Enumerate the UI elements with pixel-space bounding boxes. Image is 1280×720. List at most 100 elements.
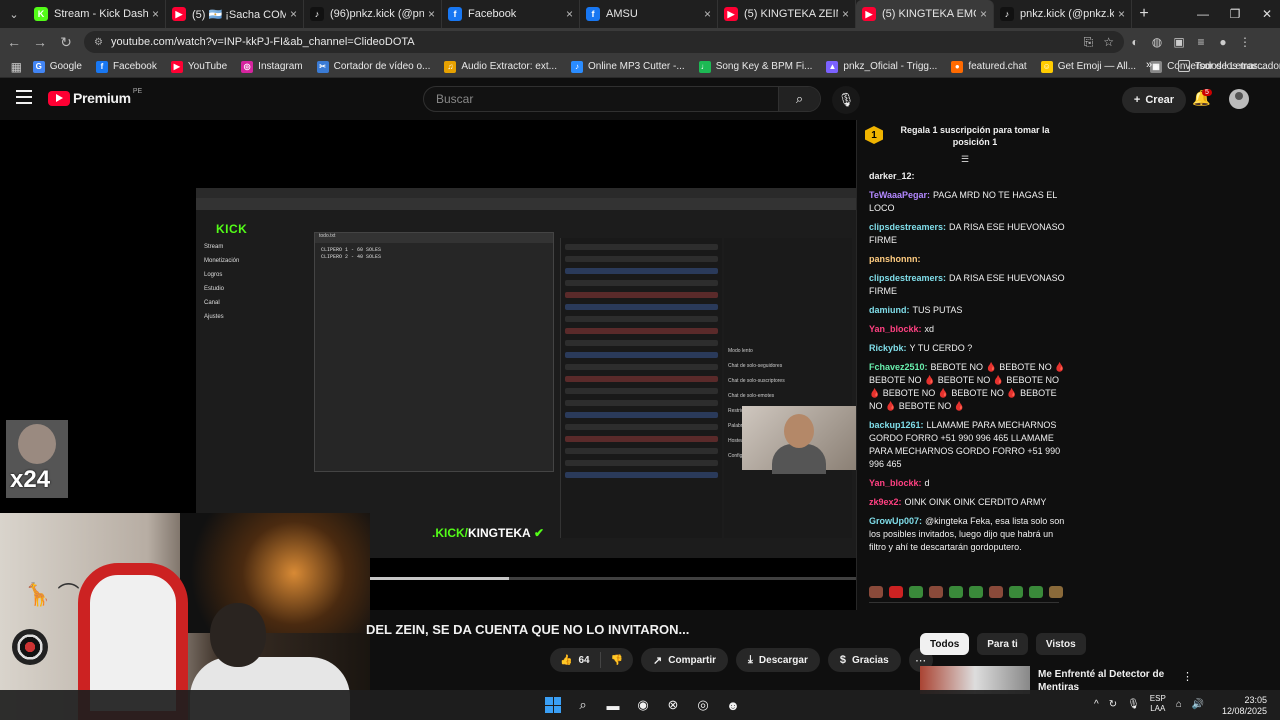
install-app-icon[interactable]: ⎘	[1084, 35, 1094, 50]
forward-button[interactable]: →	[28, 30, 52, 54]
browser-tab[interactable]: f Facebook ×	[442, 0, 580, 28]
filter-chip[interactable]: Todos	[920, 633, 970, 655]
chrome-icon[interactable]: ◉	[632, 694, 654, 716]
extension-icon[interactable]: ◍	[1146, 31, 1168, 53]
emote-icon[interactable]	[1029, 586, 1043, 598]
chat-author[interactable]: darker_12:	[869, 171, 915, 181]
chat-author[interactable]: panshonnn:	[869, 254, 921, 264]
dislike-button[interactable]: 👎	[601, 655, 633, 666]
filter-chip[interactable]: Vistos	[1035, 633, 1086, 655]
chat-author[interactable]: TeWaaaPegar:	[869, 190, 930, 200]
emote-icon[interactable]	[889, 586, 903, 598]
browser-tab[interactable]: ▶ (5) KINGTEKA EMOCIONA ×	[856, 0, 994, 28]
youtube-logo[interactable]: Premium PE	[48, 88, 142, 106]
media-control-icon[interactable]: ≡	[1190, 31, 1212, 53]
bookmark-item[interactable]: ▶ YouTube	[170, 60, 227, 73]
taskbar-clock[interactable]: 23:05 12/08/2025	[1222, 695, 1267, 717]
more-bookmarks-icon[interactable]: »	[1146, 59, 1152, 71]
bookmark-item[interactable]: ♩ Song Key & BPM Fi...	[698, 60, 812, 73]
reload-button[interactable]: ↻	[54, 30, 78, 54]
emote-icon[interactable]	[929, 586, 943, 598]
browser-tab[interactable]: ♪ (96)pnkz.kick (@pnkz.kick ×	[304, 0, 442, 28]
account-avatar[interactable]	[1229, 89, 1249, 109]
bookmark-item[interactable]: ☺ Get Emoji — All...	[1040, 60, 1136, 73]
chat-author[interactable]: Yan_blockk:	[869, 324, 922, 334]
browser-tab[interactable]: ♪ pnkz.kick (@pnkz.kick) | T ×	[994, 0, 1132, 28]
tab-close-icon[interactable]: ×	[704, 7, 711, 21]
bookmark-item[interactable]: ✂ Cortador de vídeo o...	[316, 60, 430, 73]
chat-author[interactable]: Fchavez2510:	[869, 362, 928, 372]
bookmark-item[interactable]: ◎ Instagram	[241, 60, 303, 73]
chat-author[interactable]: clipsdestreamers:	[869, 222, 946, 232]
windows-start-icon[interactable]	[542, 694, 564, 716]
download-button[interactable]: ⤓ Descargar	[736, 648, 820, 672]
xbox-icon[interactable]: ⊗	[662, 694, 684, 716]
chat-author[interactable]: GrowUp007:	[869, 516, 922, 526]
profile-icon[interactable]: ●	[1212, 31, 1234, 53]
chat-author[interactable]: damiund:	[869, 305, 910, 315]
tab-search-button[interactable]: ⌄	[0, 0, 28, 28]
apps-grid-icon[interactable]: ▦	[6, 56, 27, 78]
volume-icon[interactable]: 🔊	[1192, 699, 1204, 710]
discord-icon[interactable]: ☻	[722, 694, 744, 716]
bookmark-item[interactable]: ♫ Audio Extractor: ext...	[444, 60, 557, 73]
bookmark-item[interactable]: G Google	[32, 60, 82, 73]
tab-close-icon[interactable]: ×	[428, 7, 435, 21]
browser-tab[interactable]: K Stream - Kick Dashboard ×	[28, 0, 166, 28]
filter-chip[interactable]: Para ti	[977, 633, 1028, 655]
tray-app-icon[interactable]: ↻	[1109, 699, 1117, 710]
browser-tab[interactable]: f AMSU ×	[580, 0, 718, 28]
url-field[interactable]: ⚙ youtube.com/watch?v=INP-kkPJ-FI&ab_cha…	[84, 31, 1124, 53]
chat-filter-icon[interactable]: ☰	[961, 154, 969, 165]
guide-menu-icon[interactable]	[16, 90, 32, 104]
extension-icon[interactable]: ◐	[1124, 31, 1146, 53]
tab-close-icon[interactable]: ×	[1118, 7, 1125, 21]
tab-close-icon[interactable]: ×	[566, 7, 573, 21]
minimize-button[interactable]: —	[1186, 0, 1220, 28]
chat-author[interactable]: Yan_blockk:	[869, 478, 922, 488]
emote-icon[interactable]	[949, 586, 963, 598]
thanks-button[interactable]: $ Gracias	[827, 648, 901, 672]
tray-mic-icon[interactable]: 🎙	[1127, 699, 1140, 710]
emote-icon[interactable]	[869, 586, 883, 598]
bookmark-item[interactable]: f Facebook	[95, 60, 157, 73]
input-language[interactable]: ESP LAA	[1150, 694, 1166, 714]
site-info-icon[interactable]: ⚙	[94, 37, 103, 48]
new-tab-button[interactable]: +	[1132, 0, 1156, 28]
chat-author[interactable]: clipsdestreamers:	[869, 273, 946, 283]
emote-icon[interactable]	[909, 586, 923, 598]
bookmark-item[interactable]: ● featured.chat	[951, 60, 1027, 73]
recommended-more-icon[interactable]: ⋮	[1182, 670, 1193, 683]
search-button[interactable]: ⌕	[778, 87, 820, 111]
emote-icon[interactable]	[969, 586, 983, 598]
recommended-title[interactable]: Me Enfrenté al Detector de Mentiras	[1038, 668, 1188, 692]
all-bookmarks-folder[interactable]: Todos los marcadores	[1178, 60, 1280, 72]
browser-menu-icon[interactable]: ⋮	[1234, 31, 1256, 53]
bookmark-star-icon[interactable]: ☆	[1103, 35, 1114, 50]
search-input[interactable]	[424, 92, 778, 106]
tab-close-icon[interactable]: ×	[842, 7, 849, 21]
close-window-button[interactable]: ✕	[1250, 0, 1280, 28]
bookmark-item[interactable]: ▲ pnkz_Oficial - Trigg...	[826, 60, 937, 73]
emote-icon[interactable]	[1009, 586, 1023, 598]
chat-author[interactable]: Rickybk:	[869, 343, 907, 353]
tab-close-icon[interactable]: ×	[152, 7, 159, 21]
network-icon[interactable]: ⌂	[1176, 699, 1182, 710]
like-button[interactable]: 👍 64	[550, 652, 601, 668]
search-icon[interactable]: ⌕	[572, 694, 594, 716]
chat-author[interactable]: zk9ex2:	[869, 497, 902, 507]
file-explorer-icon[interactable]: ▬	[602, 694, 624, 716]
tab-close-icon[interactable]: ×	[290, 7, 297, 21]
browser-tab[interactable]: ▶ (5) 🇦🇷 ¡Sacha COMPRA A ×	[166, 0, 304, 28]
tab-close-icon[interactable]: ×	[980, 7, 987, 21]
browser-tab[interactable]: ▶ (5) KINGTEKA ZEIN - YouT ×	[718, 0, 856, 28]
tray-overflow-icon[interactable]: ^	[1094, 699, 1099, 710]
obs-icon[interactable]: ◎	[692, 694, 714, 716]
share-button[interactable]: ↗ Compartir	[641, 648, 729, 672]
extensions-puzzle-icon[interactable]: ▣	[1168, 31, 1190, 53]
chat-author[interactable]: backup1261:	[869, 420, 924, 430]
emote-icon[interactable]	[1049, 586, 1063, 598]
chat-input[interactable]	[869, 602, 1059, 608]
bookmark-item[interactable]: ♪ Online MP3 Cutter -...	[570, 60, 685, 73]
back-button[interactable]: ←	[2, 30, 26, 54]
